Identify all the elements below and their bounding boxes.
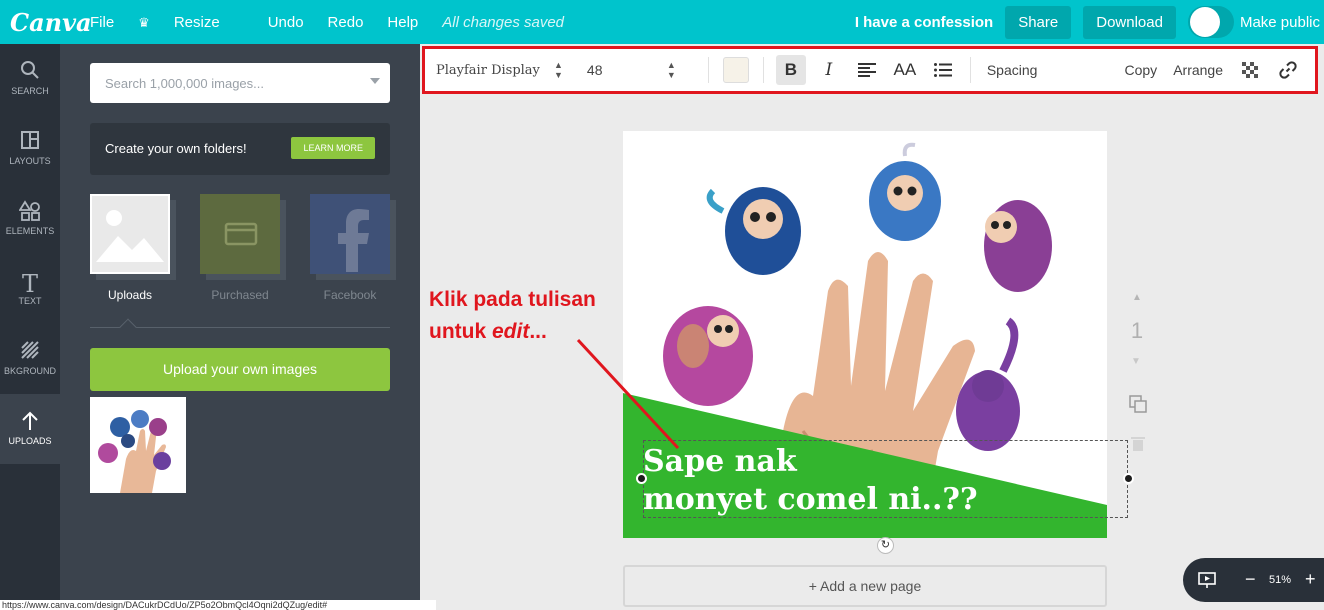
canva-logo[interactable]: Canva (10, 8, 92, 37)
facebook-icon (310, 194, 390, 274)
upload-icon (0, 410, 60, 436)
font-size-select[interactable]: 48 (587, 62, 667, 78)
duplicate-page-icon[interactable] (1129, 395, 1147, 418)
rail-background-label: BKGROUND (3, 366, 56, 376)
left-rail: SEARCH LAYOUTS ELEMENTS T TEXT BKGROUND … (0, 44, 60, 610)
elements-icon (0, 200, 60, 226)
tile-uploads[interactable] (90, 194, 176, 280)
rail-elements-label: ELEMENTS (5, 226, 55, 236)
text-toolbar: Playfair Display ▲ ▼ 48 ▲ ▼ B I AA Spacing… (422, 46, 1318, 94)
uploaded-image-thumbnail[interactable] (90, 397, 186, 493)
image-placeholder-icon (90, 194, 170, 274)
image-search-input[interactable]: Search 1,000,000 images... (90, 63, 390, 103)
rotate-icon[interactable]: ↻ (877, 537, 894, 554)
menu-redo[interactable]: Redo (328, 14, 364, 31)
download-button[interactable]: Download (1083, 5, 1176, 39)
font-stepper-icon[interactable]: ▲ ▼ (554, 60, 563, 80)
rail-text-label: TEXT (18, 296, 42, 306)
rail-search-label: SEARCH (11, 86, 49, 96)
top-menu: File ♛ Resize Undo Redo Help All changes … (90, 14, 588, 31)
resize-handle-right[interactable] (1123, 473, 1134, 484)
share-button[interactable]: Share (1005, 5, 1072, 39)
annotation-prefix: untuk (429, 320, 492, 343)
menu-help[interactable]: Help (387, 14, 418, 31)
arrange-button[interactable]: Arrange (1173, 62, 1223, 78)
tile-purchased-label: Purchased (211, 288, 269, 302)
annotation-suffix: ... (529, 320, 547, 343)
align-left-icon[interactable] (852, 55, 882, 85)
separator (969, 57, 971, 83)
page-tools: ▲ (1124, 292, 1150, 303)
learn-more-button[interactable]: LEARN MORE (291, 137, 375, 159)
bold-icon[interactable]: B (775, 55, 806, 85)
uploads-panel: Search 1,000,000 images... Create your o… (60, 44, 420, 610)
font-family-select[interactable]: Playfair Display (436, 63, 554, 78)
delete-page-icon[interactable] (1131, 436, 1145, 457)
italic-icon[interactable]: I (814, 55, 844, 85)
status-url: https://www.canva.com/design/DACukrDCdUo… (0, 600, 436, 610)
rail-text[interactable]: T TEXT (0, 254, 60, 324)
zoom-out-button[interactable]: − (1245, 569, 1256, 590)
uppercase-icon[interactable]: AA (890, 55, 920, 85)
resize-handle-left[interactable] (636, 473, 647, 484)
crown-icon: ♛ (138, 14, 150, 30)
rail-uploads-label: UPLOADS (8, 436, 52, 446)
zoom-control: − 51% + (1183, 558, 1324, 602)
page-down-icon[interactable]: ▼ (1131, 356, 1141, 367)
copy-button[interactable]: Copy (1125, 62, 1158, 78)
make-public-toggle[interactable] (1187, 6, 1234, 38)
rail-background[interactable]: BKGROUND (0, 324, 60, 394)
menu-undo[interactable]: Undo (268, 14, 304, 31)
page-number: 1 (1130, 318, 1144, 343)
list-icon[interactable] (928, 55, 958, 85)
size-stepper-icon[interactable]: ▲ ▼ (667, 60, 676, 80)
text-selection-box[interactable] (643, 440, 1128, 518)
chevron-down-icon[interactable] (370, 78, 380, 84)
design-title[interactable]: I have a confession (855, 14, 993, 31)
menu-resize-label: Resize (173, 13, 220, 31)
background-icon (0, 340, 60, 366)
add-new-page-button[interactable]: + Add a new page (623, 565, 1107, 607)
tile-facebook[interactable] (310, 194, 396, 280)
zoom-in-button[interactable]: + (1305, 569, 1316, 590)
spacing-button[interactable]: Spacing (987, 62, 1038, 78)
folders-promo: Create your own folders! LEARN MORE (90, 123, 390, 175)
link-icon[interactable] (1273, 55, 1303, 85)
separator (707, 57, 709, 83)
menu-resize[interactable]: ♛ Resize (138, 14, 244, 31)
tile-uploads-label: Uploads (107, 288, 153, 302)
top-bar: Canva File ♛ Resize Undo Redo Help All ch… (0, 0, 1324, 44)
rail-layouts-label: LAYOUTS (9, 156, 51, 166)
tile-facebook-label: Facebook (323, 288, 377, 302)
rail-search[interactable]: SEARCH (0, 44, 60, 114)
upload-images-button[interactable]: Upload your own images (90, 348, 390, 391)
search-icon (0, 60, 60, 86)
text-color-swatch[interactable] (722, 57, 749, 83)
separator (762, 57, 764, 83)
annotation-arrow (576, 338, 680, 450)
make-public-label: Make public (1239, 13, 1320, 31)
top-right-group: I have a confession Share Download Make … (855, 0, 1324, 44)
active-tab-notch (119, 318, 137, 336)
zoom-level[interactable]: 51% (1269, 574, 1291, 586)
rail-elements[interactable]: ELEMENTS (0, 184, 60, 254)
annotation-em: edit (492, 320, 530, 343)
rail-layouts[interactable]: LAYOUTS (0, 114, 60, 184)
layouts-icon (0, 130, 60, 156)
purchased-card-icon (200, 194, 280, 274)
transparency-icon[interactable] (1235, 55, 1265, 85)
toggle-knob (1189, 7, 1220, 37)
menu-file[interactable]: File (90, 14, 114, 31)
rail-uploads[interactable]: UPLOADS (0, 394, 60, 464)
search-placeholder: Search 1,000,000 images... (105, 76, 264, 91)
tile-purchased[interactable] (200, 194, 286, 280)
present-icon[interactable] (1197, 570, 1217, 593)
save-status: All changes saved (442, 13, 565, 31)
folders-promo-text: Create your own folders! (105, 141, 247, 156)
annotation-line-1: Klik pada tulisan (429, 288, 596, 311)
page-up-icon[interactable]: ▲ (1124, 292, 1150, 303)
text-icon: T (21, 270, 38, 298)
